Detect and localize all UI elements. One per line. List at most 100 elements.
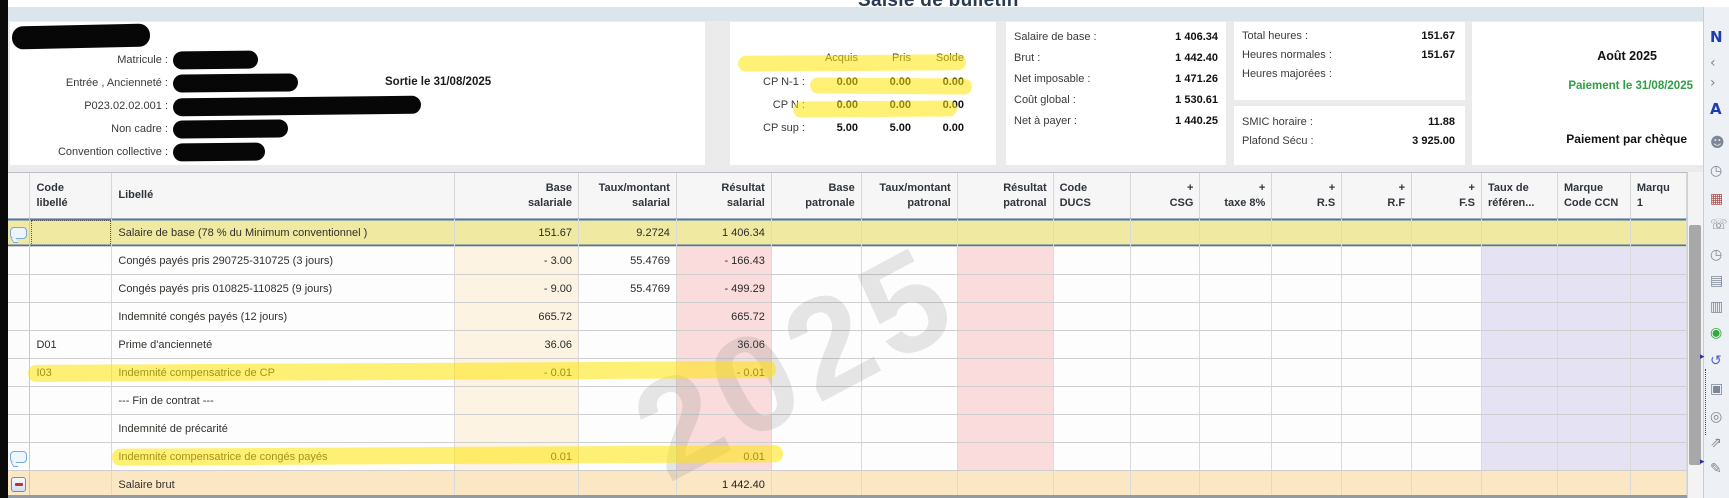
- collapse-minus-icon[interactable]: [11, 477, 27, 492]
- row-gutter[interactable]: [8, 330, 31, 359]
- cell[interactable]: [1271, 442, 1343, 471]
- cell[interactable]: [1481, 330, 1558, 359]
- cell[interactable]: [1271, 274, 1343, 303]
- cell[interactable]: - 499.29: [676, 274, 772, 303]
- cell[interactable]: [1481, 442, 1558, 471]
- cell[interactable]: [29, 274, 113, 303]
- table-icon[interactable]: ▤: [1710, 273, 1723, 289]
- idcard-icon[interactable]: ▥: [1710, 299, 1723, 315]
- cell[interactable]: [676, 414, 772, 443]
- cell[interactable]: [1130, 246, 1201, 275]
- cell[interactable]: - 9.00: [454, 274, 579, 303]
- cell[interactable]: [1130, 302, 1201, 331]
- cell[interactable]: [1481, 246, 1558, 275]
- table-row[interactable]: Congés payés pris 010825-110825 (9 jours…: [8, 274, 1687, 303]
- column-header[interactable]: Marque Code CCN: [1557, 173, 1631, 219]
- sync-icon[interactable]: ◉: [1710, 325, 1722, 341]
- cell[interactable]: [1271, 330, 1343, 359]
- row-gutter[interactable]: [8, 246, 31, 275]
- cell[interactable]: [1271, 414, 1343, 443]
- cell[interactable]: [578, 302, 677, 331]
- column-header[interactable]: Code libellé: [29, 173, 113, 219]
- cell[interactable]: [1557, 274, 1631, 303]
- cell[interactable]: [1411, 274, 1482, 303]
- cell[interactable]: [1411, 330, 1482, 359]
- row-gutter[interactable]: [8, 470, 31, 498]
- cell[interactable]: [771, 414, 862, 443]
- cell[interactable]: [1199, 274, 1273, 303]
- column-header[interactable]: [8, 173, 31, 219]
- cell[interactable]: [1341, 358, 1413, 387]
- vertical-scrollbar-thumb[interactable]: [1689, 225, 1701, 465]
- cell[interactable]: [1199, 386, 1273, 415]
- cell-libelle[interactable]: Congés payés pris 290725-310725 (3 jours…: [111, 246, 456, 275]
- cell[interactable]: [1053, 414, 1131, 443]
- row-gutter[interactable]: [8, 414, 31, 443]
- cell[interactable]: [1411, 442, 1482, 471]
- row-gutter[interactable]: [8, 386, 31, 415]
- cell[interactable]: - 0.01: [676, 358, 772, 387]
- cell[interactable]: [1557, 218, 1631, 247]
- cell[interactable]: [578, 442, 677, 471]
- cell[interactable]: 36.06: [454, 330, 579, 359]
- cell[interactable]: [957, 442, 1054, 471]
- toolbar-arrow-icon[interactable]: ▸: [1700, 351, 1705, 362]
- table-row[interactable]: Indemnité de précarité: [8, 414, 1687, 443]
- cell[interactable]: [578, 414, 677, 443]
- cell[interactable]: [771, 358, 862, 387]
- cell[interactable]: [771, 470, 862, 498]
- cell[interactable]: [29, 414, 113, 443]
- cell[interactable]: [957, 414, 1054, 443]
- cell[interactable]: [1630, 330, 1687, 359]
- cell[interactable]: 0.01: [676, 442, 772, 471]
- column-header[interactable]: Résultat salarial: [676, 173, 772, 219]
- cell[interactable]: [771, 386, 862, 415]
- cell[interactable]: [1271, 302, 1343, 331]
- cell-libelle[interactable]: Indemnité compensatrice de congés payés: [111, 442, 456, 471]
- cell[interactable]: [1341, 330, 1413, 359]
- cell[interactable]: [861, 442, 958, 471]
- cp-value[interactable]: 0.00: [911, 99, 964, 116]
- cell[interactable]: [578, 330, 677, 359]
- cell[interactable]: [1557, 302, 1631, 331]
- cell[interactable]: [1199, 442, 1273, 471]
- cell[interactable]: [1341, 246, 1413, 275]
- cell[interactable]: [1053, 386, 1131, 415]
- cell[interactable]: [1481, 302, 1558, 331]
- cell[interactable]: [861, 358, 958, 387]
- cell[interactable]: - 0.01: [454, 358, 579, 387]
- cell[interactable]: [1411, 358, 1482, 387]
- cell[interactable]: [1199, 246, 1273, 275]
- calendar-icon[interactable]: ▦: [1710, 191, 1723, 207]
- cell[interactable]: [1130, 218, 1201, 247]
- cell[interactable]: [1271, 218, 1343, 247]
- cell[interactable]: [957, 302, 1054, 331]
- cell[interactable]: 1 406.34: [676, 218, 772, 247]
- cell[interactable]: [1481, 274, 1558, 303]
- cp-value[interactable]: 0.00: [858, 99, 911, 116]
- export-icon[interactable]: ⇗: [1710, 435, 1722, 451]
- cell-libelle[interactable]: Indemnité congés payés (12 jours): [111, 302, 456, 331]
- cell[interactable]: [29, 470, 113, 498]
- cell[interactable]: [957, 386, 1054, 415]
- nav-a-button[interactable]: A: [1710, 101, 1722, 117]
- cp-value[interactable]: 0.00: [805, 76, 858, 93]
- cell[interactable]: [1481, 470, 1558, 498]
- cell[interactable]: [1557, 358, 1631, 387]
- cell[interactable]: [1630, 442, 1687, 471]
- cell[interactable]: [29, 442, 113, 471]
- cell[interactable]: [1557, 414, 1631, 443]
- globe-icon[interactable]: ◎: [1710, 409, 1722, 425]
- cell[interactable]: [861, 330, 958, 359]
- cell[interactable]: [1199, 414, 1273, 443]
- cell[interactable]: [1630, 470, 1687, 498]
- cell[interactable]: [1053, 358, 1131, 387]
- cell-libelle[interactable]: Salaire brut: [111, 470, 456, 498]
- cell[interactable]: [1271, 470, 1343, 498]
- column-header[interactable]: Code DUCS: [1053, 173, 1131, 219]
- cell[interactable]: 665.72: [454, 302, 579, 331]
- cell[interactable]: [1130, 330, 1201, 359]
- cell[interactable]: [578, 358, 677, 387]
- cell[interactable]: [1341, 302, 1413, 331]
- cell[interactable]: [1481, 386, 1558, 415]
